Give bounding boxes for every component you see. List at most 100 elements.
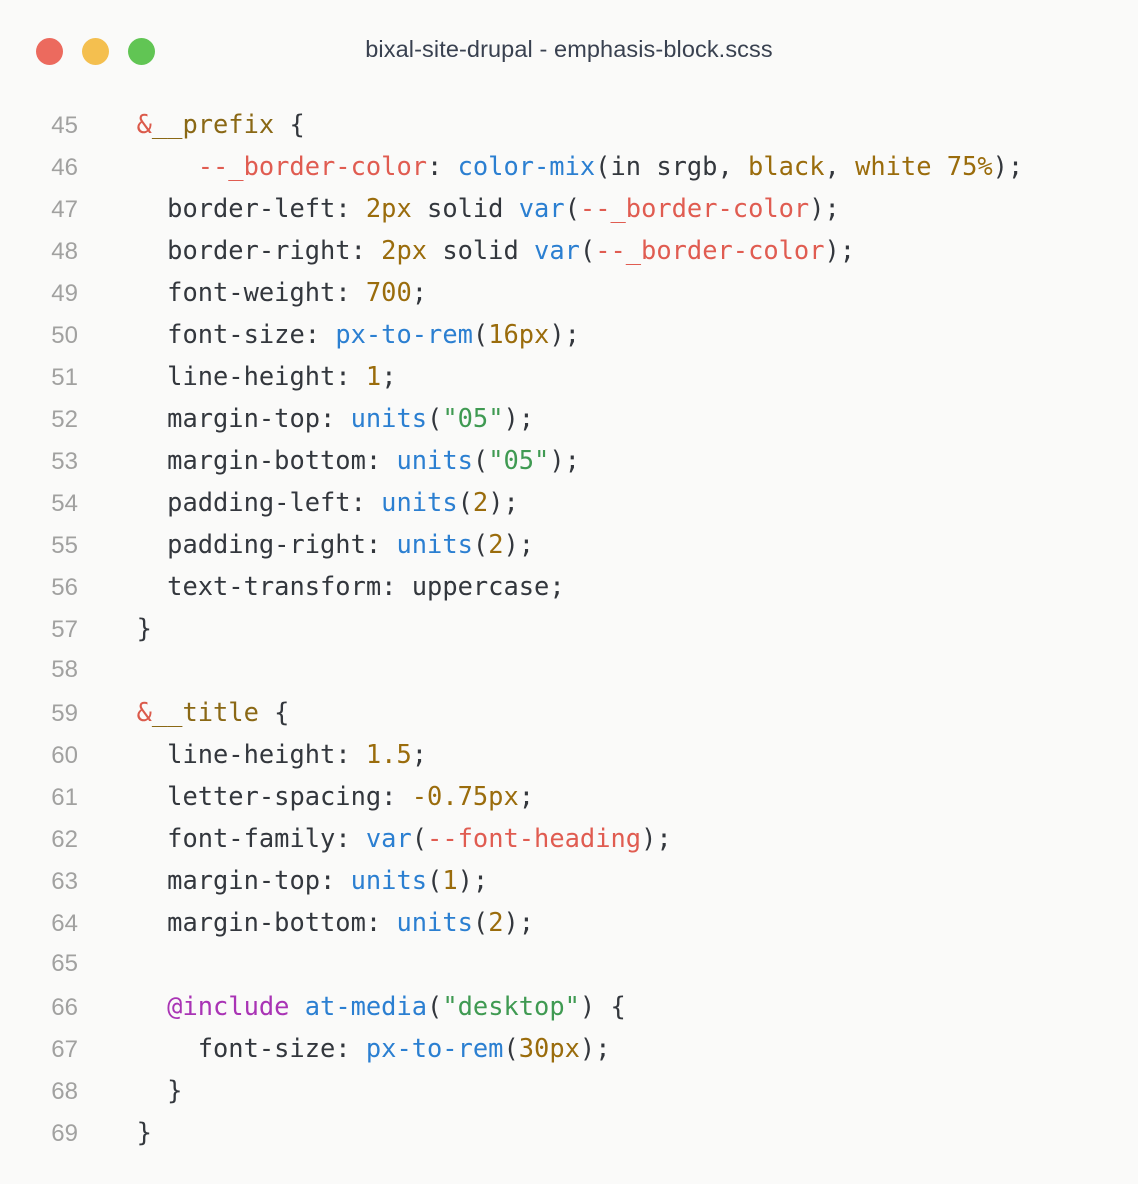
code-line[interactable]: 59 &__title { <box>0 691 1138 733</box>
code-token: units <box>396 529 473 559</box>
code-token: (in srgb, <box>595 151 749 181</box>
code-line[interactable]: 55 padding-right: units(2); <box>0 523 1138 565</box>
code-token: 1 <box>365 361 382 391</box>
code-line[interactable]: 46 --_border-color: color-mix(in srgb, b… <box>0 145 1138 187</box>
code-line-text[interactable]: font-size: px-to-rem(30px); <box>78 1027 1138 1069</box>
code-token: ( <box>427 403 443 433</box>
code-line[interactable]: 67 font-size: px-to-rem(30px); <box>0 1027 1138 1069</box>
code-line-text[interactable]: padding-right: units(2); <box>78 523 1138 565</box>
code-line-text[interactable]: letter-spacing: -0.75px; <box>78 775 1138 817</box>
code-line-text[interactable]: line-height: 1; <box>78 355 1138 397</box>
code-token: 2px <box>381 235 428 265</box>
code-line[interactable]: 69 } <box>0 1111 1138 1153</box>
code-token: ( <box>457 487 473 517</box>
code-line[interactable]: 50 font-size: px-to-rem(16px); <box>0 313 1138 355</box>
code-token: 1.5 <box>365 739 412 769</box>
line-number: 57 <box>51 616 78 643</box>
code-token: 2 <box>488 529 504 559</box>
code-token: --_border-color <box>197 151 428 181</box>
code-token: : <box>350 235 382 265</box>
code-line[interactable]: 53 margin-bottom: units("05"); <box>0 439 1138 481</box>
code-token: ; <box>518 781 535 811</box>
code-token: & <box>136 109 152 139</box>
code-token: { <box>274 109 305 139</box>
code-token: } <box>106 1075 183 1105</box>
code-token: : <box>350 487 382 517</box>
code-line-text[interactable]: margin-top: units("05"); <box>78 397 1138 439</box>
code-line-text[interactable]: --_border-color: color-mix(in srgb, blac… <box>78 145 1138 187</box>
code-line-text[interactable]: text-transform: uppercase; <box>78 565 1138 607</box>
code-line-text[interactable]: margin-bottom: units("05"); <box>78 439 1138 481</box>
code-token: 2 <box>488 907 504 937</box>
code-token: px-to-rem <box>335 319 473 349</box>
code-line[interactable]: 47 border-left: 2px solid var(--_border-… <box>0 187 1138 229</box>
code-line[interactable]: 54 padding-left: units(2); <box>0 481 1138 523</box>
code-line[interactable]: 62 font-family: var(--font-heading); <box>0 817 1138 859</box>
code-token: solid <box>427 235 535 265</box>
code-line-text[interactable]: } <box>78 607 1138 649</box>
code-token: } <box>106 613 152 643</box>
code-line[interactable]: 56 text-transform: uppercase; <box>0 565 1138 607</box>
code-line[interactable]: 52 margin-top: units("05"); <box>0 397 1138 439</box>
code-line-text[interactable]: @include at-media("desktop") { <box>78 985 1138 1027</box>
code-line-text[interactable]: border-left: 2px solid var(--_border-col… <box>78 187 1138 229</box>
code-line-text[interactable]: &__title { <box>78 691 1138 733</box>
code-token: : <box>427 151 458 181</box>
code-line[interactable]: 60 line-height: 1.5; <box>0 733 1138 775</box>
line-number: 53 <box>51 448 78 475</box>
code-token: ); <box>579 1033 611 1063</box>
code-line[interactable]: 57 } <box>0 607 1138 649</box>
code-token: margin-top <box>167 865 321 895</box>
code-token: : <box>365 445 397 475</box>
code-line-text[interactable]: font-family: var(--font-heading); <box>78 817 1138 859</box>
code-line-text[interactable]: line-height: 1.5; <box>78 733 1138 775</box>
code-token: line-height <box>167 739 336 769</box>
code-line-text[interactable]: } <box>78 1069 1138 1111</box>
code-line[interactable]: 51 line-height: 1; <box>0 355 1138 397</box>
code-line[interactable]: 45 &__prefix { <box>0 103 1138 145</box>
code-line[interactable]: 58 <box>0 649 1138 691</box>
code-line[interactable]: 63 margin-top: units(1); <box>0 859 1138 901</box>
code-token: ( <box>472 319 489 349</box>
code-token: ( <box>472 445 489 475</box>
code-token: --font-heading <box>427 823 642 853</box>
code-line[interactable]: 65 <box>0 943 1138 985</box>
code-line[interactable]: 66 @include at-media("desktop") { <box>0 985 1138 1027</box>
code-token: ; <box>381 361 397 391</box>
code-line-text[interactable]: margin-bottom: units(2); <box>78 901 1138 943</box>
code-line-text[interactable]: padding-left: units(2); <box>78 481 1138 523</box>
code-token: 1 <box>442 865 458 895</box>
code-line[interactable]: 49 font-weight: 700; <box>0 271 1138 313</box>
code-token: 2px <box>365 193 412 223</box>
code-line-text[interactable]: font-size: px-to-rem(16px); <box>78 313 1138 355</box>
code-token: : uppercase; <box>381 571 565 601</box>
code-token: & <box>136 697 152 727</box>
code-line[interactable]: 48 border-right: 2px solid var(--_border… <box>0 229 1138 271</box>
code-editor-pane[interactable]: 45 &__prefix {46 --_border-color: color-… <box>0 95 1138 1184</box>
code-line-text[interactable]: border-right: 2px solid var(--_border-co… <box>78 229 1138 271</box>
line-number: 63 <box>51 868 78 895</box>
code-line-text[interactable]: margin-top: units(1); <box>78 859 1138 901</box>
line-number: 67 <box>51 1036 78 1063</box>
code-line-text[interactable]: &__prefix { <box>78 103 1138 145</box>
code-token: : <box>335 823 366 853</box>
line-number: 48 <box>51 238 78 265</box>
code-token: var <box>365 823 412 853</box>
code-line-text[interactable]: } <box>78 1111 1138 1153</box>
code-line-text[interactable]: font-weight: 700; <box>78 271 1138 313</box>
code-line[interactable]: 68 } <box>0 1069 1138 1111</box>
code-line[interactable]: 61 letter-spacing: -0.75px; <box>0 775 1138 817</box>
code-line[interactable]: 64 margin-bottom: units(2); <box>0 901 1138 943</box>
code-token: units <box>381 487 458 517</box>
line-number: 68 <box>51 1078 78 1105</box>
code-token: units <box>396 445 473 475</box>
code-token: ); <box>641 823 672 853</box>
